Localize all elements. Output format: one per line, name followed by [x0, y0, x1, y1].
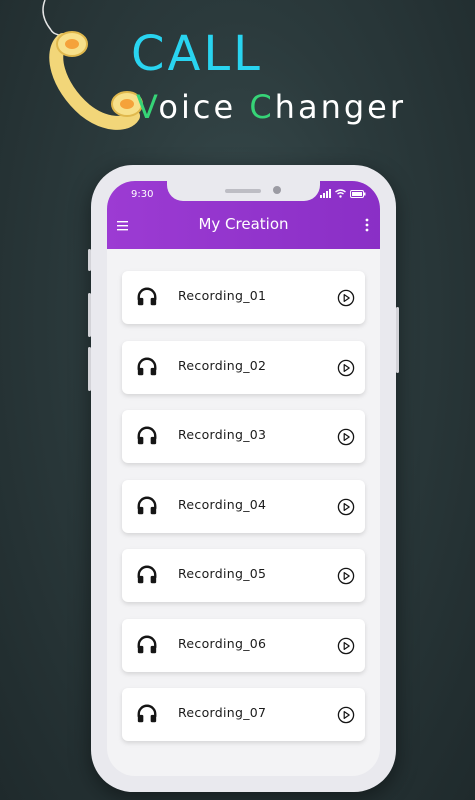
- play-circle-icon[interactable]: [337, 289, 355, 307]
- side-button: [88, 249, 91, 271]
- recording-name: Recording_07: [178, 705, 267, 720]
- recording-item[interactable]: Recording_07: [122, 688, 365, 741]
- speaker-grille: [225, 189, 261, 193]
- status-time: 9:30: [131, 189, 154, 200]
- promo-title: CALL: [131, 26, 263, 82]
- side-button: [396, 307, 399, 373]
- status-icons: [320, 189, 366, 198]
- signal-icon: [320, 189, 331, 198]
- recording-item[interactable]: Recording_01: [122, 271, 365, 324]
- play-circle-icon[interactable]: [337, 498, 355, 516]
- promo-subtitle-part: C: [249, 88, 275, 126]
- promo-subtitle-part: hanger: [274, 88, 406, 126]
- promo-subtitle-part: oice: [158, 88, 250, 126]
- recording-name: Recording_06: [178, 635, 267, 651]
- headphones-icon: [137, 357, 157, 375]
- play-circle-icon[interactable]: [337, 567, 355, 585]
- headphones-icon: [137, 287, 157, 306]
- play-circle-icon[interactable]: [337, 428, 355, 446]
- battery-icon: [350, 189, 366, 198]
- screen-title: My Creation: [198, 215, 289, 233]
- headphones-icon: [137, 426, 157, 445]
- side-button: [88, 347, 91, 391]
- recording-item[interactable]: Recording_06: [122, 618, 365, 672]
- recording-item[interactable]: Recording_04: [122, 479, 365, 533]
- front-camera: [273, 186, 281, 194]
- recording-name: Recording_03: [178, 427, 267, 442]
- promo-subtitle: Voice Changer: [136, 88, 406, 126]
- phone-screen: 9:30 My Creation Recording_01 Recording_…: [107, 181, 380, 776]
- wifi-icon: [335, 189, 346, 198]
- recording-item[interactable]: Recording_03: [122, 410, 365, 463]
- headphones-icon: [137, 635, 157, 653]
- promo-subtitle-part: V: [136, 88, 159, 126]
- recording-name: Recording_04: [178, 496, 267, 512]
- headphones-icon: [137, 565, 157, 584]
- headphones-icon: [137, 496, 157, 514]
- recording-item[interactable]: Recording_05: [122, 549, 365, 602]
- play-circle-icon[interactable]: [337, 359, 355, 377]
- promo-banner: CALL Voice Changer: [0, 0, 475, 150]
- recording-name: Recording_01: [178, 288, 267, 303]
- more-vertical-icon[interactable]: [360, 216, 374, 234]
- side-button: [88, 293, 91, 337]
- play-circle-icon[interactable]: [337, 706, 355, 724]
- recording-item[interactable]: Recording_02: [122, 340, 365, 394]
- phone-handset-icon: [42, 0, 143, 130]
- recording-name: Recording_02: [178, 357, 267, 373]
- phone-mockup: 9:30 My Creation Recording_01 Recording_…: [88, 165, 399, 792]
- phone-notch: [167, 181, 320, 201]
- app-header: 9:30 My Creation: [107, 181, 380, 249]
- play-circle-icon[interactable]: [337, 637, 355, 655]
- recording-name: Recording_05: [178, 566, 267, 581]
- headphones-icon: [137, 704, 157, 723]
